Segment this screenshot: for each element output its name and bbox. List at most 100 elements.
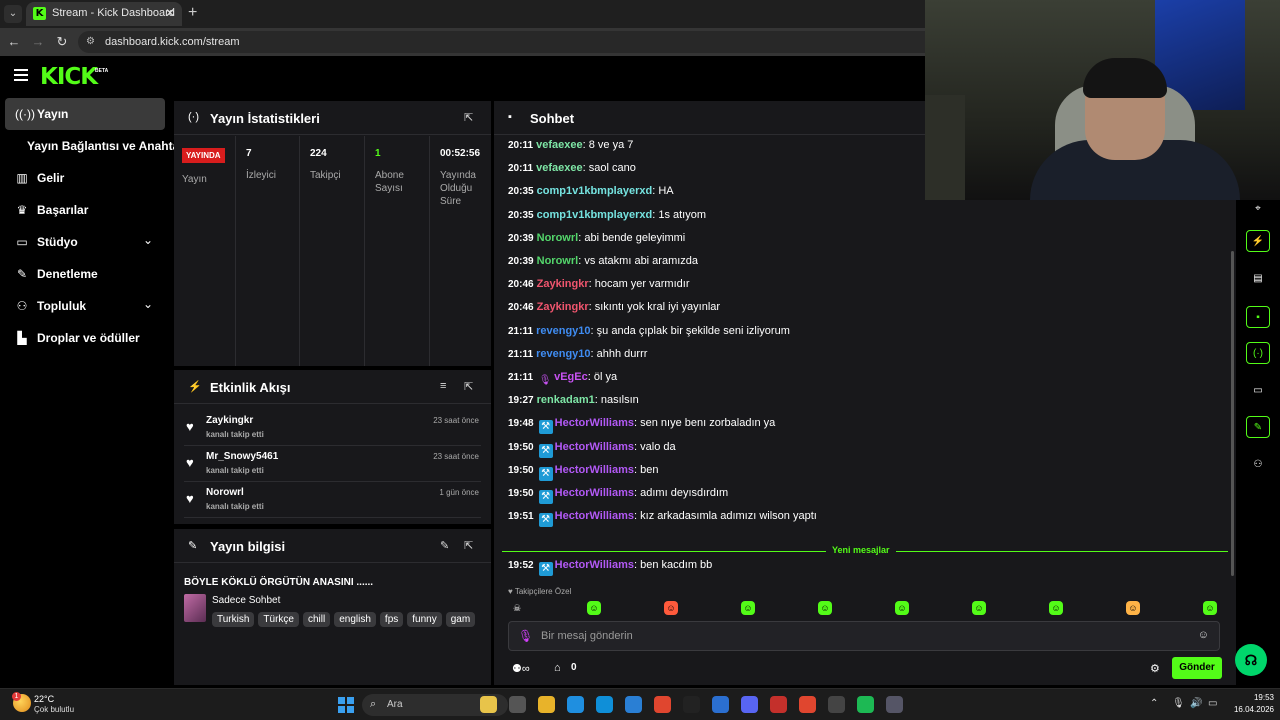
video-app-icon[interactable] [770, 696, 787, 713]
task-view-icon[interactable] [509, 696, 526, 713]
emote-football-icon[interactable]: ☺ [895, 601, 909, 615]
message-username[interactable]: comp1v1kbmplayerxd [537, 185, 653, 197]
message-username[interactable]: HectorWilliams [555, 487, 634, 499]
tab-search-dropdown[interactable]: ⌄ [4, 5, 22, 23]
obs-icon[interactable] [828, 696, 845, 713]
sidebar-item-stream-key[interactable]: Yayın Bağlantısı ve Anahtarı [5, 130, 187, 162]
reload-icon[interactable]: ↻ [54, 34, 70, 50]
volume-icon[interactable]: 🔊 [1190, 698, 1202, 709]
windows-start-icon[interactable] [338, 697, 354, 713]
wrench-icon[interactable]: ✎ [1246, 416, 1270, 438]
store-icon[interactable]: ⌂ [554, 662, 561, 674]
community-icon[interactable]: ⚇ [1246, 454, 1270, 476]
event-user[interactable]: Norowrl [206, 487, 244, 498]
menu-icon[interactable] [14, 69, 28, 84]
emote-ghost-icon[interactable]: ☠ [510, 601, 524, 615]
layout-icon[interactable]: ⌖ [1246, 198, 1270, 220]
notes-icon[interactable]: ▤ [1246, 268, 1270, 290]
chevron-up-icon[interactable]: ⌃ [1150, 698, 1158, 709]
edit-icon[interactable]: ✎ [440, 539, 449, 552]
tab-close-icon[interactable]: ✕ [165, 6, 175, 20]
sidebar-item-drops[interactable]: ▙ Droplar ve ödüller [5, 322, 165, 354]
forward-icon[interactable]: → [30, 34, 46, 49]
chat-message: 21:11 🎙 vEgEc: öl ya [508, 371, 617, 387]
event-user[interactable]: Mr_Snowy5461 [206, 451, 278, 462]
microphone-icon[interactable]: 🎙 [1172, 698, 1185, 709]
chat-input[interactable]: 🎙 Bir mesaj gönderin ☺ [508, 621, 1220, 651]
message-username[interactable]: vefaexee [536, 162, 583, 174]
emote-laugh-icon[interactable]: ☺ [1203, 601, 1217, 615]
sidebar-item-community[interactable]: ⚇ Topluluk ⌄ [5, 290, 165, 322]
capcut-icon[interactable] [683, 696, 700, 713]
message-username[interactable]: HectorWilliams [555, 464, 634, 476]
clock-time[interactable]: 19:53 [1240, 693, 1274, 702]
message-username[interactable]: vEgEc [554, 371, 588, 383]
new-tab-icon[interactable]: + [188, 4, 197, 22]
emote-kick-icon[interactable]: ☺ [587, 601, 601, 615]
message-username[interactable]: HectorWilliams [555, 510, 634, 522]
popout-icon[interactable]: ⇱ [464, 111, 473, 124]
browser-tab[interactable]: K Stream - Kick Dashboard ✕ [26, 2, 182, 26]
chrome-icon[interactable] [799, 696, 816, 713]
notepad-icon[interactable] [567, 696, 584, 713]
emote-wink-icon[interactable]: ☺ [818, 601, 832, 615]
chat-scrollbar[interactable] [1231, 251, 1234, 576]
popout-icon[interactable]: ⇱ [464, 539, 473, 552]
broadcast-icon[interactable]: (·) [1246, 342, 1270, 364]
chat-bubble-icon[interactable]: ▪ [1246, 306, 1270, 328]
sidebar-item-achievements[interactable]: ♛ Başarılar [5, 194, 165, 226]
sidebar-item-studio[interactable]: ▭ Stüdyo ⌄ [5, 226, 165, 258]
message-time: 21:11 [508, 325, 534, 337]
mail-icon[interactable] [625, 696, 642, 713]
webcam-overlay [925, 0, 1280, 200]
message-username[interactable]: revengy10 [536, 325, 590, 337]
battery-icon[interactable]: ▭ [1208, 698, 1217, 709]
emote-grin-icon[interactable]: ☺ [1049, 601, 1063, 615]
popout-icon[interactable]: ⇱ [464, 380, 473, 393]
discord-icon[interactable] [741, 696, 758, 713]
message-username[interactable]: renkadam1 [537, 394, 595, 406]
chrome-icon[interactable] [654, 696, 671, 713]
sidebar-item-label: Droplar ve ödüller [37, 331, 140, 345]
sidebar-item-moderation[interactable]: ✎ Denetleme [5, 258, 165, 290]
message-username[interactable]: HectorWilliams [555, 441, 634, 453]
clock-date[interactable]: 16.04.2026 [1224, 705, 1274, 714]
edge-icon[interactable] [596, 696, 613, 713]
spotify-icon[interactable] [857, 696, 874, 713]
message-text: valo da [640, 440, 676, 453]
message-username[interactable]: HectorWilliams [555, 559, 634, 571]
send-button[interactable]: Gönder [1172, 657, 1222, 679]
message-username[interactable]: revengy10 [536, 348, 590, 360]
kick-logo[interactable]: KICK [40, 64, 98, 90]
message-username[interactable]: Zaykingkr [537, 278, 589, 290]
filter-icon[interactable]: ≡ [440, 380, 446, 392]
weather-temp[interactable]: 22°C [34, 694, 54, 704]
channel-points-icon[interactable]: ⚉∞ [512, 662, 530, 675]
file-explorer-icon[interactable] [538, 696, 555, 713]
follower-only-note: ♥ Takipçilere Özel [508, 587, 572, 596]
message-username[interactable]: HectorWilliams [555, 417, 634, 429]
message-username[interactable]: vefaexee [536, 139, 583, 151]
event-user[interactable]: Zaykingkr [206, 415, 253, 426]
settings-icon[interactable] [886, 696, 903, 713]
message-username[interactable]: Norowrl [537, 255, 579, 267]
emote-smile-icon[interactable]: ☺ [972, 601, 986, 615]
lightning-icon[interactable]: ⚡ [1246, 230, 1270, 252]
support-icon[interactable]: ☊ [1235, 644, 1267, 676]
message-username[interactable]: comp1v1kbmplayerxd [537, 209, 653, 221]
message-username[interactable]: Norowrl [537, 232, 579, 244]
emoji-icon[interactable]: ☺ [1198, 629, 1209, 641]
studio-icon[interactable]: ▭ [1246, 380, 1270, 402]
settings-icon[interactable]: ⚙ [1150, 662, 1160, 675]
message-username[interactable]: Zaykingkr [537, 301, 589, 313]
emote-cowboy-icon[interactable]: ☺ [1126, 601, 1140, 615]
vpn-icon[interactable] [712, 696, 729, 713]
message-text: öl ya [593, 371, 618, 383]
sidebar-item-revenue[interactable]: ▥ Gelir [5, 162, 165, 194]
site-info-icon[interactable]: ⚙ [86, 36, 95, 47]
flowers-widget-icon[interactable] [480, 696, 497, 713]
emote-football-icon[interactable]: ☺ [741, 601, 755, 615]
sidebar-item-stream[interactable]: ((·)) Yayın [5, 98, 165, 130]
back-icon[interactable]: ← [6, 34, 22, 49]
emote-angry-icon[interactable]: ☺ [664, 601, 678, 615]
